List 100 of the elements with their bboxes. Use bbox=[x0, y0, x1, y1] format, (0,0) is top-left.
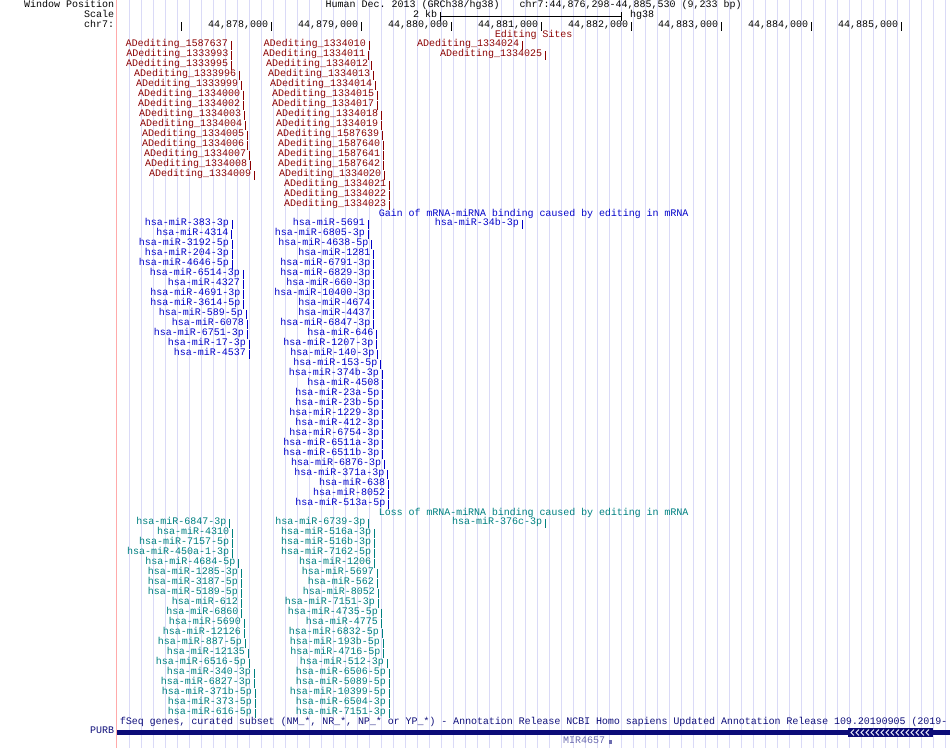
site-label[interactable]: hsa-miR-4674 bbox=[298, 299, 370, 309]
site-marker-icon[interactable] bbox=[378, 588, 379, 598]
site-marker-icon[interactable] bbox=[382, 370, 383, 378]
site-label[interactable]: ADediting_1334013 bbox=[268, 70, 370, 80]
site-marker-icon[interactable] bbox=[545, 50, 546, 60]
site-label[interactable]: hsa-miR-6847-3p bbox=[136, 518, 226, 528]
site-label[interactable]: hsa-miR-6876-3p bbox=[290, 459, 381, 469]
site-label[interactable]: hsa-miR-7157-5p bbox=[138, 538, 229, 548]
site-marker-icon[interactable] bbox=[240, 578, 242, 588]
site-label[interactable]: hsa-miR-4508 bbox=[307, 379, 380, 389]
site-label[interactable]: hsa-miR-204-3p bbox=[144, 249, 229, 259]
site-label[interactable]: hsa-miR-5690 bbox=[168, 618, 241, 628]
site-marker-icon[interactable] bbox=[389, 190, 390, 200]
site-marker-icon[interactable] bbox=[382, 440, 384, 448]
site-label[interactable]: ADediting_1334014 bbox=[270, 80, 372, 90]
site-marker-icon[interactable] bbox=[254, 668, 255, 678]
site-label[interactable]: ADediting_1334020 bbox=[278, 170, 381, 180]
site-label[interactable]: hsa-miR-6506-5p bbox=[296, 668, 386, 678]
site-label[interactable]: hsa-miR-371a-3p bbox=[294, 469, 384, 479]
gene-label[interactable]: PURB bbox=[90, 727, 114, 737]
site-marker-icon[interactable] bbox=[382, 638, 384, 648]
site-label[interactable]: hsa-miR-17-3p bbox=[168, 339, 246, 349]
site-marker-icon[interactable] bbox=[382, 130, 383, 140]
site-marker-icon[interactable] bbox=[368, 230, 369, 238]
site-label[interactable]: ADediting_1334022 bbox=[284, 190, 386, 200]
site-label[interactable]: hsa-miR-23b-5p bbox=[295, 399, 380, 409]
site-marker-icon[interactable] bbox=[388, 480, 389, 488]
site-marker-icon[interactable] bbox=[388, 678, 390, 688]
site-label[interactable]: hsa-miR-4314 bbox=[156, 229, 228, 239]
site-label[interactable]: hsa-miR-5089-5p bbox=[296, 678, 386, 688]
site-label[interactable]: hsa-miR-1206 bbox=[298, 558, 371, 568]
site-label[interactable]: hsa-miR-6514-3p bbox=[150, 269, 240, 279]
site-marker-icon[interactable] bbox=[232, 538, 233, 548]
site-marker-icon[interactable] bbox=[386, 658, 388, 668]
site-label[interactable]: hsa-miR-4437 bbox=[298, 309, 370, 319]
site-marker-icon[interactable] bbox=[249, 150, 250, 160]
site-marker-icon[interactable] bbox=[240, 598, 242, 608]
site-label[interactable]: hsa-miR-887-5p bbox=[158, 638, 242, 648]
site-marker-icon[interactable] bbox=[388, 688, 390, 698]
site-marker-icon[interactable] bbox=[238, 558, 240, 568]
site-label[interactable]: hsa-miR-3614-5p bbox=[150, 299, 240, 309]
site-marker-icon[interactable] bbox=[231, 230, 232, 238]
site-label[interactable]: hsa-miR-450a-1-3p bbox=[126, 548, 229, 558]
site-marker-icon[interactable] bbox=[378, 598, 379, 608]
site-label[interactable]: hsa-miR-512-3p bbox=[300, 658, 384, 668]
site-label[interactable]: ADediting_1334007 bbox=[144, 150, 246, 160]
site-label[interactable]: hsa-miR-6511a-3p bbox=[283, 439, 380, 449]
site-marker-icon[interactable] bbox=[248, 340, 250, 348]
site-label[interactable]: hsa-miR-516a-3p bbox=[280, 528, 371, 538]
site-marker-icon[interactable] bbox=[244, 618, 245, 628]
site-label[interactable]: ADediting_1334015 bbox=[272, 90, 374, 100]
site-marker-icon[interactable] bbox=[383, 160, 384, 170]
site-marker-icon[interactable] bbox=[388, 698, 390, 708]
site-label[interactable]: hsa-miR-6754-3p bbox=[289, 429, 380, 439]
site-marker-icon[interactable] bbox=[376, 330, 378, 338]
site-marker-icon[interactable] bbox=[373, 280, 374, 288]
site-marker-icon[interactable] bbox=[380, 360, 382, 368]
site-marker-icon[interactable] bbox=[382, 450, 384, 458]
site-marker-icon[interactable] bbox=[371, 60, 372, 70]
site-marker-icon[interactable] bbox=[384, 460, 385, 468]
site-label[interactable]: hsa-miR-1229-3p bbox=[289, 409, 380, 419]
site-label[interactable]: ADediting_1334010 bbox=[264, 40, 366, 50]
site-marker-icon[interactable] bbox=[248, 648, 249, 658]
site-marker-icon[interactable] bbox=[376, 578, 378, 588]
site-marker-icon[interactable] bbox=[246, 330, 248, 338]
site-label[interactable]: hsa-miR-374b-3p bbox=[288, 369, 379, 379]
site-label[interactable]: ADediting_1587640 bbox=[278, 140, 380, 150]
site-marker-icon[interactable] bbox=[381, 110, 382, 120]
gene-label[interactable]: MIR4657 bbox=[562, 737, 605, 747]
site-label[interactable]: hsa-miR-6504-3p bbox=[296, 698, 386, 708]
site-marker-icon[interactable] bbox=[243, 100, 244, 110]
site-marker-icon[interactable] bbox=[389, 200, 390, 210]
site-label[interactable]: ADediting_1333999 bbox=[136, 80, 238, 90]
site-marker-icon[interactable] bbox=[387, 470, 388, 478]
site-marker-icon[interactable] bbox=[243, 300, 244, 308]
site-label[interactable]: hsa-miR-153-5p bbox=[293, 359, 378, 369]
site-label[interactable]: hsa-miR-4691-3p bbox=[150, 289, 240, 299]
site-marker-icon[interactable] bbox=[389, 180, 390, 190]
site-label[interactable]: ADediting_1334012 bbox=[266, 60, 368, 70]
site-marker-icon[interactable] bbox=[231, 50, 232, 60]
site-label[interactable]: hsa-miR-371b-5p bbox=[162, 688, 252, 698]
site-marker-icon[interactable] bbox=[246, 310, 247, 318]
site-label[interactable]: hsa-miR-562 bbox=[308, 578, 374, 588]
site-marker-icon[interactable] bbox=[232, 548, 233, 558]
site-marker-icon[interactable] bbox=[383, 648, 384, 658]
site-label[interactable]: hsa-miR-6516-5p bbox=[156, 658, 246, 668]
site-marker-icon[interactable] bbox=[522, 40, 523, 50]
site-marker-icon[interactable] bbox=[241, 80, 242, 90]
site-marker-icon[interactable] bbox=[376, 340, 378, 348]
site-label[interactable]: hsa-miR-5691 bbox=[292, 219, 365, 229]
site-label[interactable]: ADediting_1333996 bbox=[134, 70, 236, 80]
site-marker-icon[interactable] bbox=[373, 310, 374, 318]
site-marker-icon[interactable] bbox=[373, 260, 374, 268]
site-marker-icon[interactable] bbox=[232, 240, 233, 248]
site-label[interactable]: hsa-miR-4735-5p bbox=[288, 608, 378, 618]
site-label[interactable]: hsa-miR-383-3p bbox=[144, 219, 229, 229]
site-label[interactable]: hsa-miR-513a-5p bbox=[295, 499, 386, 509]
site-marker-icon[interactable] bbox=[382, 410, 384, 418]
site-marker-icon[interactable] bbox=[388, 490, 389, 498]
site-label[interactable]: ADediting_1333995 bbox=[126, 60, 228, 70]
